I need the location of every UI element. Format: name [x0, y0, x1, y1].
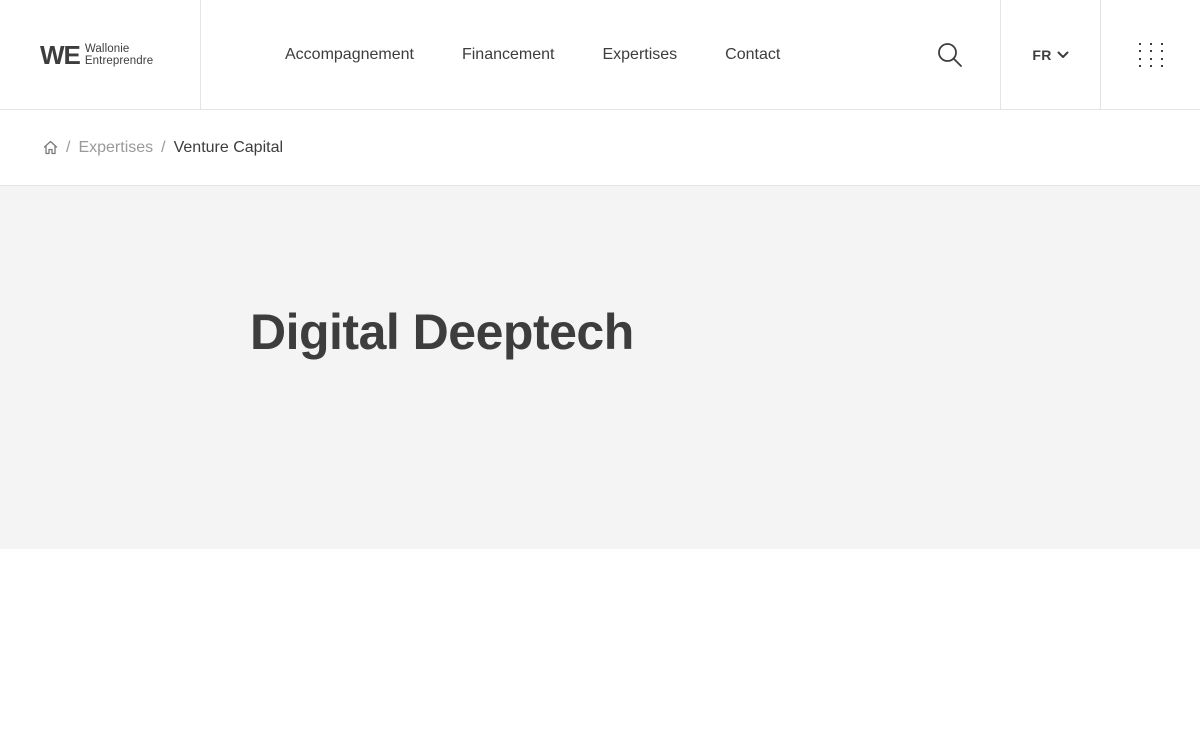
logo-mark: WE: [40, 39, 81, 70]
grid-menu-icon: [1138, 42, 1163, 67]
nav-item-contact[interactable]: Contact: [725, 46, 780, 64]
language-selected: FR: [1032, 46, 1052, 63]
hero-banner: Digital Deeptech: [0, 186, 1200, 549]
logo-link[interactable]: WE Wallonie Entreprendre: [0, 0, 201, 109]
nav-item-financement[interactable]: Financement: [462, 46, 555, 64]
home-icon: [43, 140, 58, 155]
breadcrumb-item-expertises[interactable]: Expertises: [78, 139, 153, 157]
language-selector[interactable]: FR: [1000, 0, 1101, 109]
breadcrumb: / Expertises / Venture Capital: [0, 110, 1200, 186]
search-button[interactable]: [900, 0, 1000, 109]
main-nav: Accompagnement Financement Expertises Co…: [285, 0, 780, 109]
nav-item-expertises[interactable]: Expertises: [602, 46, 677, 64]
breadcrumb-separator: /: [161, 138, 166, 156]
site-header: WE Wallonie Entreprendre Accompagnement …: [0, 0, 1200, 110]
chevron-down-icon: [1057, 51, 1069, 58]
logo-wordmark: Wallonie Entreprendre: [85, 43, 153, 67]
logo-line-2: Entreprendre: [84, 54, 154, 67]
page-title: Digital Deeptech: [250, 304, 634, 360]
breadcrumb-separator: /: [66, 138, 71, 156]
search-icon: [938, 42, 962, 67]
breadcrumb-item-current: Venture Capital: [173, 138, 284, 156]
logo-line-1: Wallonie: [84, 42, 130, 55]
breadcrumb-home[interactable]: [43, 140, 58, 155]
menu-button[interactable]: [1101, 0, 1200, 109]
nav-item-accompagnement[interactable]: Accompagnement: [285, 46, 414, 64]
